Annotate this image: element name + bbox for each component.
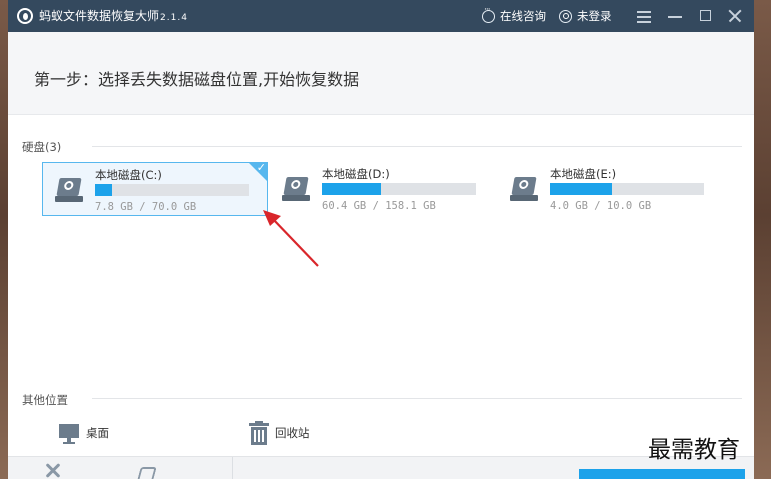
online-consult-label: 在线咨询 bbox=[500, 9, 546, 23]
drive-c[interactable]: ✓ 本地磁盘(C:) 7.8 GB / 70.0 GB bbox=[42, 162, 268, 216]
drive-name: 本地磁盘(E:) bbox=[550, 167, 617, 181]
hard-disk-icon bbox=[510, 176, 538, 202]
hard-disk-icon bbox=[282, 176, 310, 202]
app-title: 蚂蚁文件数据恢复大师2.1.4 bbox=[39, 8, 188, 26]
app-version: 2.1.4 bbox=[160, 13, 188, 23]
drive-name: 本地磁盘(C:) bbox=[95, 168, 162, 182]
app-logo-icon bbox=[17, 8, 33, 24]
usage-bar bbox=[550, 183, 704, 195]
minimize-icon[interactable] bbox=[665, 6, 685, 26]
app-title-text: 蚂蚁文件数据恢复大师 bbox=[39, 9, 160, 23]
drive-size: 4.0 GB / 10.0 GB bbox=[550, 200, 652, 212]
close-icon[interactable] bbox=[725, 6, 745, 26]
menu-icon[interactable] bbox=[634, 6, 654, 26]
usage-fill bbox=[550, 183, 612, 195]
maximize-icon[interactable] bbox=[696, 6, 716, 26]
section-divider bbox=[92, 398, 742, 399]
drive-size: 60.4 GB / 158.1 GB bbox=[322, 200, 436, 212]
login-button[interactable]: 未登录 bbox=[559, 8, 612, 24]
watermark-text: 最需教育 bbox=[648, 437, 740, 463]
drive-size: 7.8 GB / 70.0 GB bbox=[95, 201, 197, 213]
usage-bar bbox=[95, 184, 249, 196]
share-icon[interactable] bbox=[133, 461, 163, 479]
step-title: 第一步：选择丢失数据磁盘位置,开始恢复数据 bbox=[34, 70, 360, 89]
titlebar: 蚂蚁文件数据恢复大师2.1.4 在线咨询 未登录 bbox=[8, 0, 754, 32]
check-icon: ✓ bbox=[256, 161, 266, 174]
location-recycle-bin[interactable]: 回收站 bbox=[249, 420, 310, 446]
other-section-label: 其他位置 bbox=[22, 393, 68, 407]
step-header: 第一步：选择丢失数据磁盘位置,开始恢复数据 bbox=[8, 32, 754, 115]
location-desktop[interactable]: 桌面 bbox=[58, 420, 109, 446]
online-consult-button[interactable]: 在线咨询 bbox=[482, 5, 546, 24]
drive-name: 本地磁盘(D:) bbox=[322, 167, 390, 181]
location-label: 回收站 bbox=[275, 426, 310, 440]
recycle-bin-icon bbox=[249, 421, 269, 445]
drive-d[interactable]: 本地磁盘(D:) 60.4 GB / 158.1 GB bbox=[270, 162, 496, 216]
usage-fill bbox=[95, 184, 112, 196]
login-label: 未登录 bbox=[577, 9, 612, 23]
hard-disk-icon bbox=[55, 177, 83, 203]
chat-icon bbox=[482, 5, 495, 23]
toolbar-divider bbox=[232, 457, 233, 479]
usage-fill bbox=[322, 183, 381, 195]
app-window: 蚂蚁文件数据恢复大师2.1.4 在线咨询 未登录 第一步：选择丢失数据磁盘位置,… bbox=[8, 0, 754, 479]
usage-bar bbox=[322, 183, 476, 195]
user-icon bbox=[559, 9, 572, 23]
monitor-icon bbox=[58, 422, 80, 444]
location-label: 桌面 bbox=[86, 426, 109, 440]
drive-e[interactable]: 本地磁盘(E:) 4.0 GB / 10.0 GB bbox=[498, 162, 724, 216]
section-divider bbox=[92, 146, 742, 147]
bottom-toolbar bbox=[8, 456, 754, 479]
tools-icon[interactable] bbox=[38, 461, 68, 479]
disks-section-label: 硬盘(3) bbox=[22, 140, 62, 154]
start-recovery-button[interactable] bbox=[579, 469, 745, 479]
